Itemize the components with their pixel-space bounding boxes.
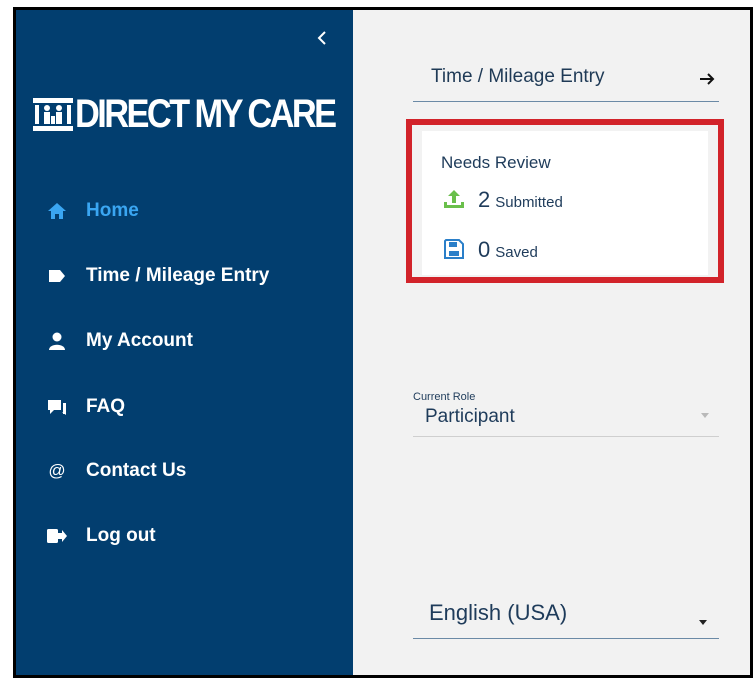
sidebar-item-faq[interactable]: FAQ <box>46 392 125 422</box>
sidebar-item-contact-us[interactable]: @ Contact Us <box>46 456 186 486</box>
current-role-caption: Current Role <box>413 391 476 403</box>
time-mileage-entry-link[interactable]: Time / Mileage Entry <box>413 62 719 102</box>
highlight-box: Needs Review 2 Submitted 0 Saved <box>406 119 724 283</box>
saved-count: 0 <box>478 237 491 262</box>
sidebar-item-time-mileage-entry[interactable]: Time / Mileage Entry <box>46 261 269 291</box>
user-icon <box>46 330 68 352</box>
sidebar-item-label: Contact Us <box>86 460 187 481</box>
caret-down-icon <box>699 620 707 625</box>
sidebar-item-label: FAQ <box>86 396 126 417</box>
caret-down-icon <box>701 413 709 418</box>
sidebar-item-home[interactable]: Home <box>46 196 139 226</box>
upload-icon <box>442 187 466 211</box>
submitted-stat[interactable]: 2 Submitted <box>442 187 563 211</box>
time-mileage-entry-label: Time / Mileage Entry <box>431 66 605 87</box>
chat-icon <box>46 396 68 418</box>
save-icon <box>442 237 466 261</box>
arrow-right-icon <box>700 73 715 85</box>
app-frame: DIRECT MY CARE Home Time / Mileage Entry… <box>13 7 753 678</box>
sidebar-item-label: Log out <box>86 525 156 546</box>
sidebar: DIRECT MY CARE Home Time / Mileage Entry… <box>16 10 353 675</box>
building-logo-icon <box>33 98 73 131</box>
needs-review-title: Needs Review <box>441 153 551 172</box>
language-value: English (USA) <box>429 600 568 625</box>
home-icon <box>46 200 68 222</box>
sidebar-item-label: Home <box>86 200 139 221</box>
submitted-label: Submitted <box>495 193 563 211</box>
at-icon: @ <box>48 461 66 480</box>
sidebar-item-log-out[interactable]: Log out <box>46 521 156 551</box>
logo: DIRECT MY CARE <box>33 92 377 136</box>
current-role-select[interactable]: Current Role Participant <box>413 391 719 437</box>
submitted-count: 2 <box>478 187 491 212</box>
current-role-value: Participant <box>425 406 515 427</box>
chevron-left-icon <box>317 31 326 45</box>
main-content: Time / Mileage Entry Needs Review 2 Subm… <box>353 10 750 675</box>
logout-icon <box>46 525 68 547</box>
sidebar-item-my-account[interactable]: My Account <box>46 326 193 356</box>
saved-stat[interactable]: 0 Saved <box>442 237 538 261</box>
sidebar-item-label: My Account <box>86 330 193 351</box>
collapse-sidebar-button[interactable] <box>313 28 331 48</box>
sidebar-item-label: Time / Mileage Entry <box>86 265 270 286</box>
saved-label: Saved <box>495 243 538 261</box>
needs-review-card: Needs Review 2 Submitted 0 Saved <box>422 131 708 275</box>
logo-text: DIRECT MY CARE <box>75 92 337 136</box>
language-select[interactable]: English (USA) <box>413 596 719 639</box>
tag-icon <box>46 265 68 287</box>
